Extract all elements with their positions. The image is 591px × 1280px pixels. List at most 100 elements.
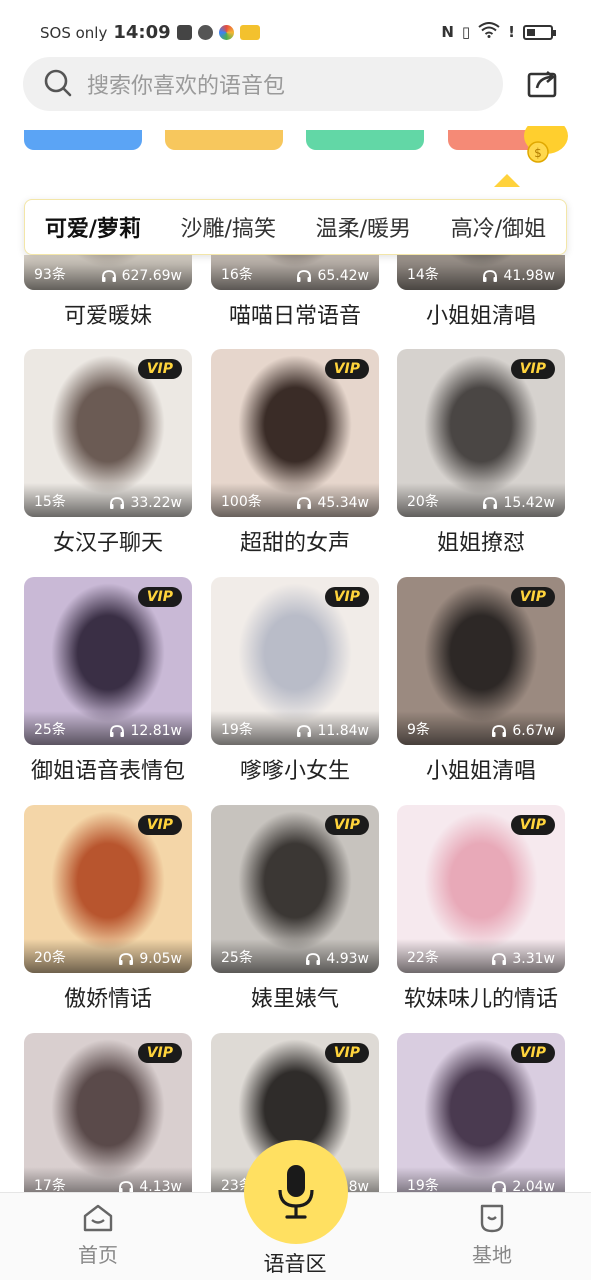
voice-pack-card[interactable]: 16条 65.42w 喵喵日常语音 — [211, 255, 379, 330]
voice-pack-thumbnail[interactable]: VIP 22条 3.31w — [397, 805, 565, 973]
headphone-icon — [297, 497, 312, 509]
voice-pack-thumbnail[interactable]: VIP 19条 11.84w — [211, 577, 379, 745]
voice-pack-meta: 9条 6.67w — [397, 711, 565, 745]
clip-count: 16条 — [221, 267, 253, 283]
voice-pack-card[interactable]: VIP 100条 45.34w 超甜的女声 — [211, 349, 379, 557]
clip-count: 17条 — [34, 1178, 66, 1192]
voice-pack-meta: 19条 11.84w — [211, 711, 379, 745]
vip-badge: VIP — [324, 359, 369, 379]
tab-funny[interactable]: 沙雕/搞笑 — [181, 211, 276, 243]
voice-pack-card[interactable]: VIP 25条 12.81w 御姐语音表情包 — [24, 577, 192, 785]
clip-count: 9条 — [407, 722, 430, 738]
search-placeholder: 搜索你喜欢的语音包 — [87, 74, 286, 99]
voice-pack-title: 小姐姐清唱 — [425, 759, 536, 784]
voice-pack-title: 婊里婊气 — [250, 987, 339, 1012]
category-card-yellow[interactable] — [165, 130, 283, 150]
nav-voice-label[interactable]: 语音区 — [245, 1248, 345, 1278]
voice-pack-card[interactable]: VIP 17条 4.13w — [24, 1033, 192, 1192]
base-icon — [480, 1204, 504, 1233]
voice-pack-meta: 15条 33.22w — [24, 483, 192, 517]
nav-base-label: 基地 — [472, 1243, 512, 1267]
voice-pack-meta: 20条 15.42w — [397, 483, 565, 517]
play-count: 6.67w — [491, 723, 555, 739]
shield-icon — [197, 25, 213, 40]
play-count-text: 6.67w — [512, 723, 555, 739]
vip-badge: VIP — [510, 359, 555, 379]
vip-badge: VIP — [510, 815, 555, 835]
voice-pack-thumbnail[interactable]: VIP 20条 15.42w — [397, 349, 565, 517]
status-bar: SOS only 14:09 N ▯ ! — [0, 0, 591, 62]
voice-pack-thumbnail[interactable]: VIP 25条 4.93w — [211, 805, 379, 973]
play-count: 11.84w — [296, 723, 369, 739]
clip-count: 15条 — [34, 494, 66, 510]
mail-icon — [176, 25, 192, 40]
status-right: N ▯ ! — [441, 22, 556, 42]
voice-pack-card[interactable]: 14条 41.98w 小姐姐清唱 — [397, 255, 565, 330]
clip-count: 14条 — [407, 267, 439, 283]
voice-pack-meta: 20条 9.05w — [24, 939, 192, 973]
voice-pack-thumbnail[interactable]: VIP 15条 33.22w — [24, 349, 192, 517]
home-icon — [83, 1204, 113, 1232]
play-count-text: 3.31w — [512, 951, 555, 967]
clip-count: 25条 — [34, 722, 66, 738]
voice-pack-thumbnail[interactable]: VIP 17条 4.13w — [24, 1033, 192, 1192]
svg-text:$: $ — [534, 146, 542, 160]
voice-pack-thumbnail[interactable]: VIP 25条 12.81w — [24, 577, 192, 745]
nav-home[interactable]: 首页 — [66, 1201, 130, 1268]
category-card-blue[interactable] — [24, 130, 142, 150]
play-count-text: 12.81w — [130, 723, 182, 739]
clip-count: 19条 — [221, 722, 253, 738]
nav-home-label: 首页 — [78, 1243, 118, 1267]
voice-pack-card[interactable]: VIP 9条 6.67w 小姐姐清唱 — [397, 577, 565, 785]
voice-pack-title: 可爱暖妹 — [63, 304, 152, 329]
nav-base[interactable]: 基地 — [460, 1201, 524, 1268]
headphone-icon — [483, 497, 498, 509]
headphone-icon — [110, 497, 125, 509]
play-count: 41.98w — [482, 268, 555, 284]
voice-pack-card[interactable]: VIP 20条 15.42w 姐姐撩怼 — [397, 349, 565, 557]
category-card-green[interactable] — [306, 130, 424, 150]
tab-gentle[interactable]: 温柔/暖男 — [316, 211, 411, 243]
voice-pack-card[interactable]: VIP 15条 33.22w 女汉子聊天 — [24, 349, 192, 557]
share-icon[interactable] — [523, 62, 563, 102]
vip-badge: VIP — [137, 587, 182, 607]
voice-pack-card[interactable]: 93条 627.69w 可爱暖妹 — [24, 255, 192, 330]
voice-pack-card[interactable]: VIP 19条 2.04w — [397, 1033, 565, 1192]
voice-pack-card[interactable]: VIP 22条 3.31w 软妹味儿的情话 — [397, 805, 565, 1013]
clip-count: 20条 — [407, 494, 439, 510]
voice-pack-meta: 16条 65.42w — [211, 256, 379, 290]
voice-pack-title: 姐姐撩怼 — [436, 531, 525, 556]
headphone-icon — [492, 1181, 507, 1192]
wifi-icon — [478, 22, 500, 42]
headphone-icon — [492, 953, 507, 965]
app-notification-icon — [218, 25, 234, 40]
voice-pack-thumbnail[interactable]: 93条 627.69w — [24, 255, 192, 290]
voice-pack-card[interactable]: VIP 19条 11.84w 嗲嗲小女生 — [211, 577, 379, 785]
play-count-text: 33.22w — [130, 495, 182, 511]
clock: 14:09 — [113, 22, 171, 43]
nfc-icon: N — [441, 23, 454, 41]
voice-pack-thumbnail[interactable]: VIP 100条 45.34w — [211, 349, 379, 517]
search-icon — [44, 69, 72, 97]
vibrate-icon: ▯ — [461, 23, 471, 41]
voice-pack-thumbnail[interactable]: 16条 65.42w — [211, 255, 379, 290]
voice-pack-card[interactable]: VIP 20条 9.05w 傲娇情话 — [24, 805, 192, 1013]
voice-pack-meta: 25条 4.93w — [211, 939, 379, 973]
voice-pack-thumbnail[interactable]: VIP 19条 2.04w — [397, 1033, 565, 1192]
voice-pack-card[interactable]: VIP 25条 4.93w 婊里婊气 — [211, 805, 379, 1013]
vip-badge: VIP — [137, 1043, 182, 1063]
voice-pack-title: 女汉子聊天 — [52, 531, 163, 556]
search-bar[interactable]: 搜索你喜欢的语音包 — [23, 57, 503, 111]
voice-pack-thumbnail[interactable]: VIP 20条 9.05w — [24, 805, 192, 973]
voice-pack-thumbnail[interactable]: 14条 41.98w — [397, 255, 565, 290]
tab-cool[interactable]: 高冷/御姐 — [451, 211, 546, 243]
headphone-icon — [101, 270, 116, 282]
tab-cute[interactable]: 可爱/萝莉 — [45, 211, 141, 243]
record-button[interactable] — [244, 1140, 348, 1244]
clip-count: 25条 — [221, 950, 253, 966]
play-count: 4.93w — [305, 951, 369, 967]
voice-pack-thumbnail[interactable]: VIP 9条 6.67w — [397, 577, 565, 745]
play-count-text: 4.93w — [326, 951, 369, 967]
headphone-icon — [119, 953, 134, 965]
battery-icon — [523, 24, 556, 40]
